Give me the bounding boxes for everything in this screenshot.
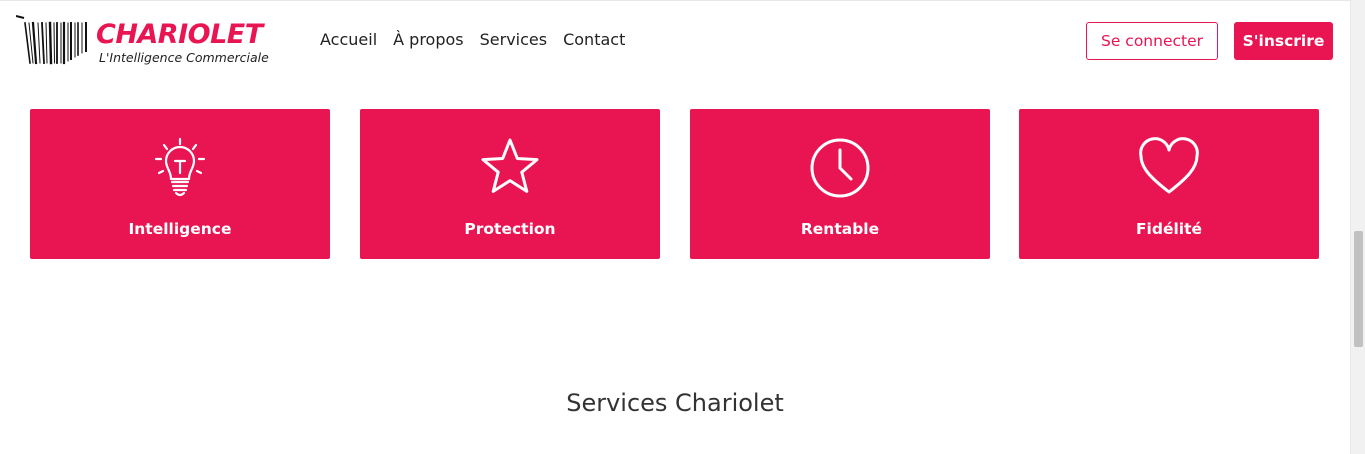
feature-label: Protection [464, 220, 556, 238]
scrollbar-thumb[interactable] [1354, 231, 1363, 347]
feature-card-rentable[interactable]: Rentable [690, 109, 990, 259]
feature-label: Fidélité [1135, 220, 1203, 238]
nav-link-contact[interactable]: Contact [563, 30, 625, 50]
feature-cards: Intelligence Protection Rentable Fidélit… [30, 109, 1320, 259]
main-nav: Accueil À propos Services Contact [320, 30, 641, 50]
brand-name: CHARIOLET [96, 19, 263, 50]
feature-label: Rentable [800, 220, 880, 238]
lightbulb-icon [154, 137, 206, 197]
feature-card-fidelite[interactable]: Fidélité [1019, 109, 1319, 259]
clock-icon [810, 138, 870, 198]
brand-tagline: L'Intelligence Commerciale [99, 50, 269, 65]
feature-card-protection[interactable]: Protection [360, 109, 660, 259]
star-icon [481, 138, 539, 193]
heart-icon [1139, 137, 1199, 194]
login-button[interactable]: Se connecter [1086, 22, 1218, 60]
site-header: CHARIOLET L'Intelligence Commerciale Acc… [0, 0, 1350, 80]
nav-link-a-propos[interactable]: À propos [393, 30, 463, 50]
feature-label: Intelligence [128, 220, 232, 238]
brand-logo[interactable]: CHARIOLET L'Intelligence Commerciale [16, 15, 300, 67]
section-title: Services Chariolet [566, 389, 784, 417]
nav-link-accueil[interactable]: Accueil [320, 30, 377, 50]
vertical-scrollbar[interactable] [1350, 0, 1365, 454]
barcode-cart-icon [16, 15, 87, 65]
feature-card-intelligence[interactable]: Intelligence [30, 109, 330, 259]
signup-button[interactable]: S'inscrire [1234, 22, 1333, 60]
nav-link-services[interactable]: Services [480, 30, 547, 50]
